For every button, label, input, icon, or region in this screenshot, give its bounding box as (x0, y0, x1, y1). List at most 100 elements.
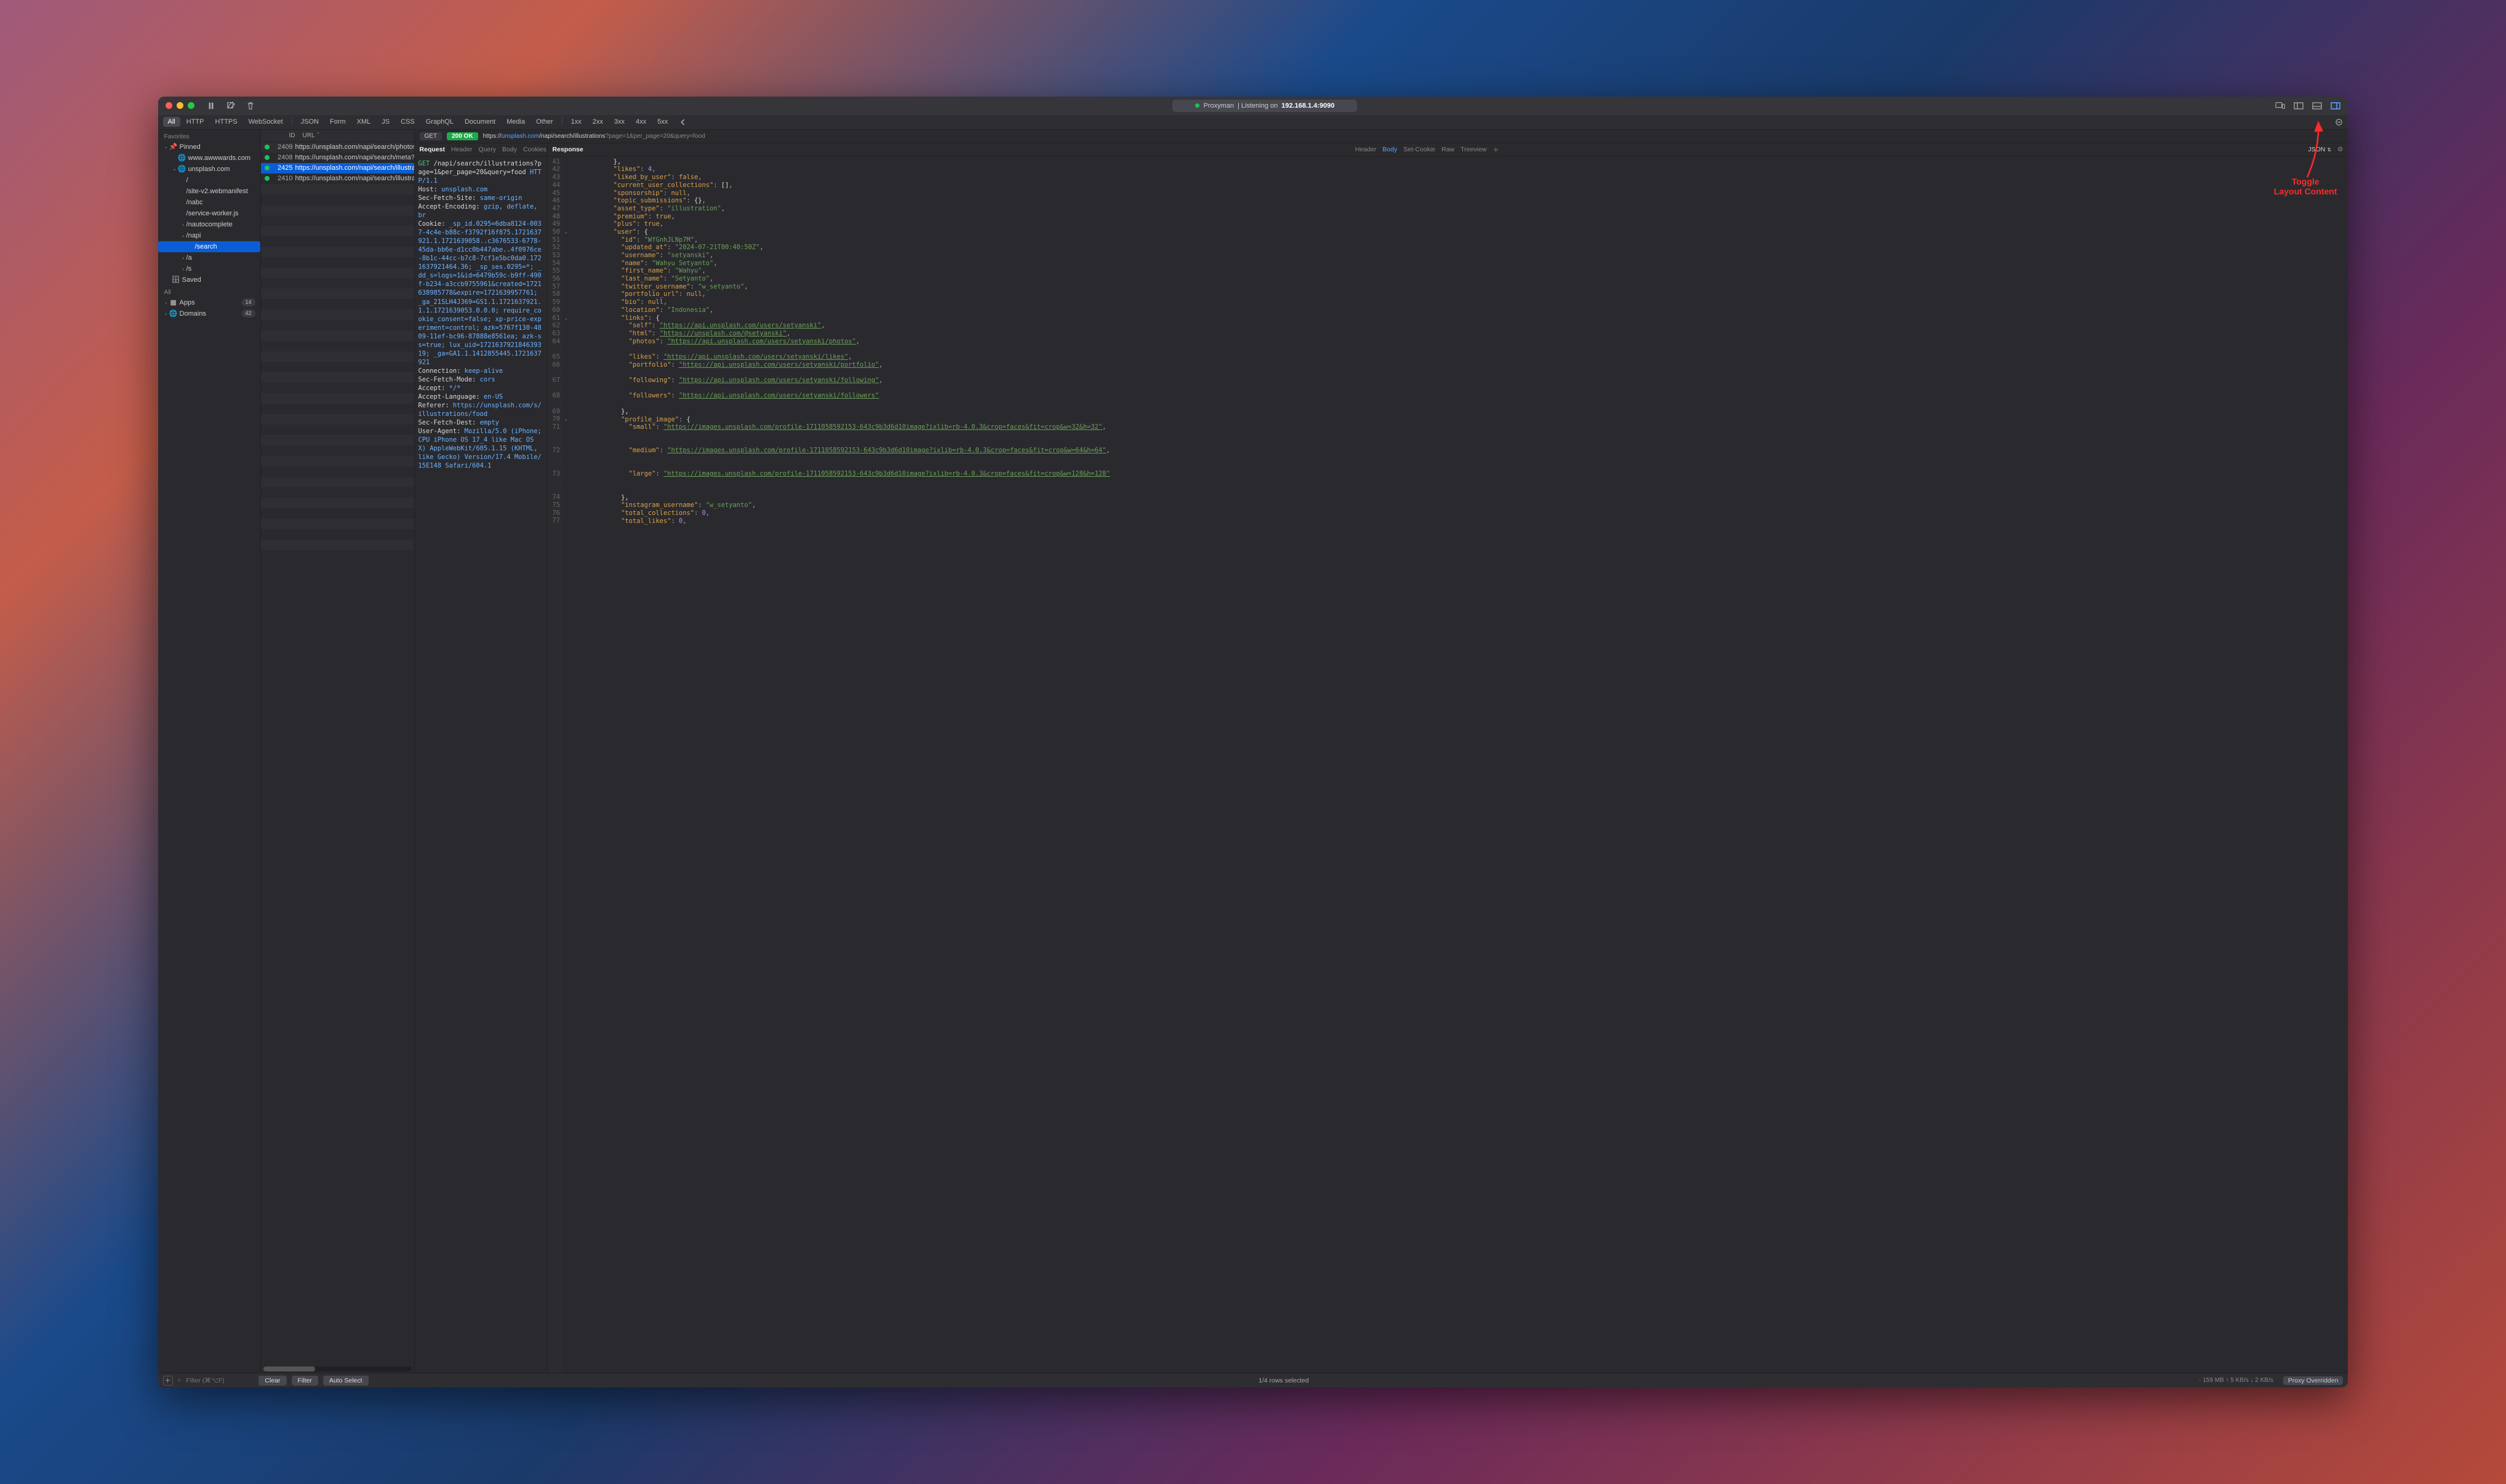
filter-http[interactable]: HTTP (182, 117, 209, 127)
fullscreen-window-button[interactable] (188, 102, 194, 109)
response-tab-header[interactable]: Header (1355, 146, 1376, 153)
response-json-viewer[interactable]: 41424344454647484950⌄5152535455565758596… (548, 157, 2348, 1373)
filter-css[interactable]: CSS (396, 117, 420, 127)
listening-address[interactable]: Proxyman | Listening on 192.168.1.4:9090 (1172, 100, 1357, 112)
filter-form[interactable]: Form (325, 117, 351, 127)
filter-other[interactable]: Other (531, 117, 558, 127)
sidebar-apps[interactable]: ›▦ Apps 14 (158, 297, 260, 308)
response-tab-setcookie[interactable]: Set-Cookie (1403, 146, 1435, 153)
sidebar-item[interactable]: 🌐www.awwwards.com (158, 153, 260, 164)
sidebar-item[interactable]: ›/s (158, 263, 260, 274)
request-panel: Request HeaderQueryBodyCookies Raw ＋ ⚙ G… (415, 143, 548, 1373)
response-tab-treeview[interactable]: Treeview (1460, 146, 1486, 153)
sidebar-item[interactable]: /site-v2.webmanifest (158, 186, 260, 197)
sidebar-item[interactable]: ›/a (158, 252, 260, 263)
sidebar-item[interactable]: /service-worker.js (158, 208, 260, 219)
layout-left-icon[interactable] (2294, 101, 2304, 111)
archive-icon: 🗄 (172, 276, 180, 284)
filter-xml[interactable]: XML (352, 117, 376, 127)
status-dot-icon (265, 176, 270, 181)
sidebar-item[interactable]: /search (158, 241, 260, 252)
sidebar-domains[interactable]: ›🌐 Domains 42 (158, 308, 260, 319)
filter-input[interactable]: Filter (⌘⌥F) (186, 1377, 254, 1384)
request-tab-cookies[interactable]: Cookies (523, 146, 546, 153)
table-h-scrollbar[interactable] (263, 1366, 412, 1371)
filter-4xx[interactable]: 4xx (631, 117, 651, 127)
compose-icon[interactable] (226, 102, 235, 110)
footer-bar: ＋ ⌕ Filter (⌘⌥F) Clear Filter Auto Selec… (158, 1373, 2348, 1387)
http-method-badge: GET (420, 132, 442, 140)
status-dot-icon (265, 166, 270, 170)
network-stats: · 159 MB ↑ 5 KB/s ↓ 2 KB/s (2199, 1377, 2273, 1384)
proxy-status-pill[interactable]: Proxy Overridden (2283, 1376, 2344, 1385)
chevron-left-icon[interactable] (679, 118, 687, 126)
rows-selected: 1/4 rows selected (374, 1377, 2195, 1384)
gear-icon[interactable]: ⚙ (2337, 146, 2343, 153)
filter-json[interactable]: JSON (296, 117, 324, 127)
globe-icon: 🌐 (178, 154, 186, 162)
filter-bar: AllHTTPHTTPSWebSocket JSONFormXMLJSCSSGra… (158, 115, 2348, 130)
sort-indicator-icon: ˇ (318, 132, 319, 139)
sidebar: Favorites ⌄📌Pinned🌐www.awwwards.com⌄🌐uns… (158, 130, 261, 1373)
listen-addr: 192.168.1.4:9090 (1281, 102, 1334, 110)
table-row[interactable]: 2410https://unsplash.com/napi/search/ill… (261, 174, 414, 184)
filter-document[interactable]: Document (460, 117, 500, 127)
filter-5xx[interactable]: 5xx (652, 117, 673, 127)
clear-button[interactable]: Clear (258, 1376, 286, 1386)
sidebar-pinned[interactable]: ⌄📌Pinned (158, 142, 260, 153)
request-url[interactable]: https://unsplash.com/napi/search/illustr… (483, 133, 2344, 140)
filter-https[interactable]: HTTPS (210, 117, 242, 127)
filter-graphql[interactable]: GraphQL (421, 117, 458, 127)
col-url[interactable]: URL ˇ (299, 132, 414, 139)
add-tab-icon[interactable]: ＋ (1493, 145, 1500, 154)
request-tab-body[interactable]: Body (502, 146, 517, 153)
sidebar-item[interactable]: /nabc (158, 197, 260, 208)
table-row[interactable]: 2425https://unsplash.com/napi/search/ill… (261, 163, 414, 174)
grid-icon: ▦ (169, 298, 178, 306)
request-tab-header[interactable]: Header (451, 146, 472, 153)
response-tab-raw[interactable]: Raw (1441, 146, 1454, 153)
filter-js[interactable]: JS (377, 117, 394, 127)
response-tab-main[interactable]: Response (553, 146, 1349, 153)
request-tab-query[interactable]: Query (478, 146, 496, 153)
table-row[interactable]: 2409https://unsplash.com/napi/search/pho… (261, 142, 414, 153)
filter-all[interactable]: All (163, 117, 180, 127)
sidebar-item[interactable]: ⌄🌐unsplash.com (158, 164, 260, 175)
col-id[interactable]: ID (272, 132, 299, 139)
layout-bottom-icon[interactable] (2312, 101, 2322, 111)
request-info-bar: GET 200 OK https://unsplash.com/napi/sea… (415, 130, 2348, 143)
titlebar: Proxyman | Listening on 192.168.1.4:9090 (158, 97, 2348, 115)
filter-media[interactable]: Media (502, 117, 530, 127)
close-window-button[interactable] (166, 102, 172, 109)
sidebar-item[interactable]: ›/nautocomplete (158, 219, 260, 230)
chevron-updown-icon: ⇅ (2327, 147, 2331, 153)
pause-icon[interactable] (207, 102, 215, 110)
filter-3xx[interactable]: 3xx (609, 117, 630, 127)
minimize-window-button[interactable] (177, 102, 183, 109)
auto-select-button[interactable]: Auto Select (323, 1376, 369, 1386)
filter-button[interactable]: Filter (292, 1376, 318, 1386)
app-window: Proxyman | Listening on 192.168.1.4:9090… (158, 97, 2348, 1387)
filter-1xx[interactable]: 1xx (566, 117, 586, 127)
sidebar-item[interactable]: ⌄/napi (158, 230, 260, 241)
status-dot-icon (265, 155, 270, 160)
response-tab-body[interactable]: Body (1382, 146, 1397, 153)
collapse-icon[interactable] (2335, 118, 2343, 126)
filter-2xx[interactable]: 2xx (588, 117, 608, 127)
sidebar-saved[interactable]: 🗄 Saved (158, 274, 260, 285)
trash-icon[interactable] (246, 102, 255, 110)
request-tab-main[interactable]: Request (420, 146, 445, 153)
filter-websocket[interactable]: WebSocket (244, 117, 288, 127)
layout-right-icon[interactable] (2331, 101, 2340, 111)
devices-icon[interactable] (2275, 101, 2285, 111)
add-button[interactable]: ＋ (163, 1376, 173, 1386)
response-panel: Response Header Body Set-Cookie Raw Treevi… (548, 143, 2348, 1373)
table-row[interactable]: 2408https://unsplash.com/napi/search/met… (261, 153, 414, 163)
request-raw-body[interactable]: GET /napi/search/illustrations?page=1&pe… (415, 157, 547, 1373)
format-select[interactable]: JSON ⇅ (2308, 146, 2331, 153)
globe-icon: 🌐 (178, 165, 186, 173)
request-tabs: Request HeaderQueryBodyCookies Raw ＋ ⚙ (415, 143, 547, 157)
http-status-badge: 200 OK (447, 132, 478, 140)
globe-icon: 🌐 (169, 309, 178, 317)
sidebar-item[interactable]: / (158, 175, 260, 186)
